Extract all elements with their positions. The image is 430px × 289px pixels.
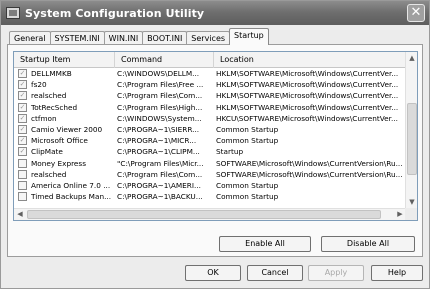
startup-item-command: C:\Program Files\Com...: [117, 91, 203, 101]
startup-item-location: SOFTWARE\Microsoft\Windows\CurrentVersio…: [216, 169, 403, 179]
startup-item-command: C:\PROGRA~1\AMERI...: [117, 180, 201, 190]
tab-services[interactable]: Services: [186, 31, 231, 45]
column-header-startup-item[interactable]: Startup Item: [14, 52, 115, 68]
startup-item-command: C:\PROGRA~1\BACKU...: [117, 192, 203, 202]
cancel-button[interactable]: Cancel: [247, 265, 303, 281]
startup-item-command: C:\PROGRA~1\MICR...: [117, 136, 197, 146]
vertical-scroll-thumb[interactable]: [407, 103, 417, 175]
list-item[interactable]: realsched C:\Program Files\Com... SOFTWA…: [14, 169, 406, 180]
list-item[interactable]: Money Express "C:\Program Files\Micr... …: [14, 158, 406, 169]
startup-item-name: realsched: [31, 91, 67, 101]
checkbox[interactable]: ✓: [18, 80, 27, 90]
checkbox[interactable]: ✓: [18, 91, 27, 101]
list-item[interactable]: ✓ Microsoft Office C:\PROGRA~1\MICR... Co…: [14, 135, 406, 146]
startup-item-name: Money Express: [31, 158, 87, 168]
startup-item-name: DELLMMKB: [31, 69, 72, 79]
startup-item-name: Microsoft Office: [31, 136, 88, 146]
tab-strip: General SYSTEM.INI WIN.INI BOOT.INI Serv…: [9, 28, 269, 45]
checkbox[interactable]: ✓: [18, 147, 27, 157]
tab-startup[interactable]: Startup: [229, 28, 269, 45]
tab-boot-ini[interactable]: BOOT.INI: [142, 31, 188, 45]
tab-system-ini[interactable]: SYSTEM.INI: [49, 31, 105, 45]
checkbox[interactable]: [18, 158, 27, 168]
list-item[interactable]: ✓ TotRecSched C:\Program Files\High... HK…: [14, 102, 406, 113]
ok-button[interactable]: OK: [185, 265, 241, 281]
startup-list[interactable]: Startup Item Command Location ✓ DELLMMKB …: [13, 51, 418, 221]
scroll-down-icon[interactable]: ▼: [406, 196, 417, 208]
startup-item-command: C:\Program Files\Com...: [117, 169, 203, 179]
checkbox[interactable]: ✓: [18, 125, 27, 135]
list-item[interactable]: ✓ ctfmon C:\WINDOWS\System... HKCU\SOFTWA…: [14, 113, 406, 124]
tab-general[interactable]: General: [9, 31, 51, 45]
list-item[interactable]: ✓ fs20 C:\Program Files\Free ... HKLM\SOF…: [14, 79, 406, 90]
checkbox[interactable]: ✓: [18, 69, 27, 79]
startup-item-location: HKLM\SOFTWARE\Microsoft\Windows\CurrentV…: [216, 91, 399, 101]
disable-all-button[interactable]: Disable All: [321, 236, 415, 252]
apply-button[interactable]: Apply: [308, 265, 364, 281]
title-bar[interactable]: System Configuration Utility ✕: [1, 1, 429, 25]
window-title: System Configuration Utility: [25, 6, 205, 20]
list-header: Startup Item Command Location: [14, 52, 406, 68]
system-configuration-window: System Configuration Utility ✕ General S…: [0, 0, 430, 289]
checkbox[interactable]: [18, 180, 27, 190]
startup-item-location: Startup: [216, 147, 244, 157]
startup-item-command: C:\WINDOWS\System...: [117, 113, 202, 123]
startup-item-location: HKLM\SOFTWARE\Microsoft\Windows\CurrentV…: [216, 102, 399, 112]
startup-item-location: HKLM\SOFTWARE\Microsoft\Windows\CurrentV…: [216, 69, 399, 79]
scroll-up-icon[interactable]: ▲: [406, 52, 417, 64]
startup-item-location: Common Startup: [216, 192, 279, 202]
startup-item-command: C:\WINDOWS\DELLM...: [117, 69, 200, 79]
startup-item-command: C:\Program Files\High...: [117, 102, 203, 112]
checkbox[interactable]: ✓: [18, 113, 27, 123]
list-item[interactable]: ✓ DELLMMKB C:\WINDOWS\DELLM... HKLM\SOFTW…: [14, 68, 406, 79]
column-header-location[interactable]: Location: [214, 52, 406, 68]
scroll-right-icon[interactable]: ▶: [395, 209, 405, 220]
startup-item-name: America Online 7.0 ...: [31, 180, 111, 190]
checkbox[interactable]: [18, 169, 27, 179]
startup-item-location: Common Startup: [216, 125, 279, 135]
startup-item-location: SOFTWARE\Microsoft\Windows\CurrentVersio…: [216, 158, 403, 168]
startup-panel: Startup Item Command Location ✓ DELLMMKB …: [7, 44, 423, 257]
checkbox[interactable]: ✓: [18, 102, 27, 112]
startup-item-command: C:\Program Files\Free ...: [117, 80, 204, 90]
scroll-left-icon[interactable]: ◀: [15, 209, 25, 220]
startup-item-location: HKLM\SOFTWARE\Microsoft\Windows\CurrentV…: [216, 80, 399, 90]
scrollbar-corner: [405, 208, 417, 220]
horizontal-scroll-thumb[interactable]: [27, 210, 381, 219]
startup-item-command: "C:\Program Files\Micr...: [117, 158, 204, 168]
tab-win-ini[interactable]: WIN.INI: [103, 31, 144, 45]
startup-item-command: C:\PROGRA~1\SIERR...: [117, 125, 200, 135]
startup-item-name: Timed Backups Man...: [31, 192, 112, 202]
startup-item-location: Common Startup: [216, 136, 279, 146]
close-button[interactable]: ✕: [407, 4, 425, 22]
help-button[interactable]: Help: [371, 265, 423, 281]
startup-item-location: Common Startup: [216, 180, 279, 190]
startup-item-name: fs20: [31, 80, 47, 90]
startup-item-location: HKCU\SOFTWARE\Microsoft\Windows\CurrentV…: [216, 113, 398, 123]
checkbox[interactable]: ✓: [18, 136, 27, 146]
list-item[interactable]: America Online 7.0 ... C:\PROGRA~1\AMERI…: [14, 180, 406, 191]
list-item[interactable]: Timed Backups Man... C:\PROGRA~1\BACKU..…: [14, 191, 406, 202]
system-configuration-icon: [6, 7, 20, 19]
startup-item-name: ctfmon: [31, 113, 57, 123]
startup-item-command: C:\PROGRA~1\CLIPM...: [117, 147, 200, 157]
list-item[interactable]: ✓ ClipMate C:\PROGRA~1\CLIPM... Startup: [14, 146, 406, 157]
startup-item-name: TotRecSched: [31, 102, 78, 112]
startup-item-name: ClipMate: [31, 147, 63, 157]
horizontal-scrollbar[interactable]: ◀ ▶: [14, 208, 406, 220]
list-item[interactable]: ✓ Camio Viewer 2000 C:\PROGRA~1\SIERR... …: [14, 124, 406, 135]
enable-all-button[interactable]: Enable All: [219, 236, 311, 252]
list-rows: ✓ DELLMMKB C:\WINDOWS\DELLM... HKLM\SOFTW…: [14, 68, 406, 202]
startup-item-name: realsched: [31, 169, 67, 179]
checkbox[interactable]: [18, 192, 27, 202]
vertical-scrollbar[interactable]: ▲ ▼: [405, 52, 417, 220]
startup-item-name: Camio Viewer 2000: [31, 125, 103, 135]
column-header-command[interactable]: Command: [115, 52, 214, 68]
list-item[interactable]: ✓ realsched C:\Program Files\Com... HKLM\…: [14, 90, 406, 101]
